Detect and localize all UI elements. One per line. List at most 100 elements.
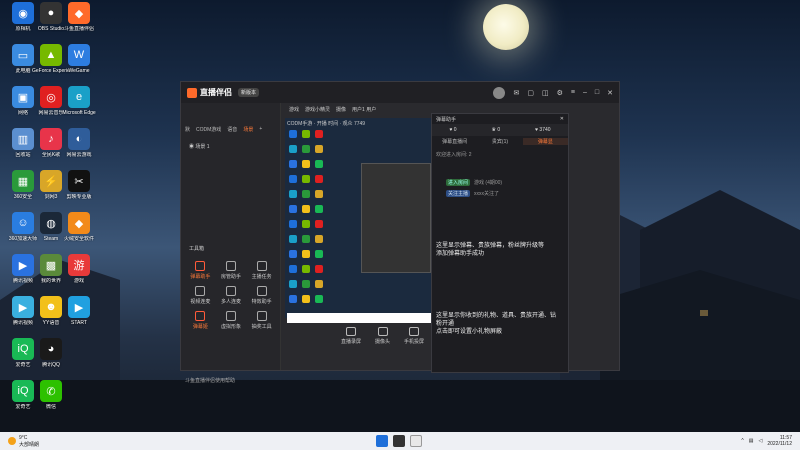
desktop-icon-label: Microsoft Edge — [62, 110, 96, 116]
tool-button[interactable]: 虚拟形象 — [216, 311, 247, 330]
preview-tile — [289, 250, 297, 258]
danmaku-tag: 关注主播 — [446, 190, 471, 197]
clock[interactable]: 11:57 2022/11/12 — [767, 435, 792, 447]
preview-tile — [315, 265, 323, 273]
add-scene-icon[interactable]: + — [259, 126, 262, 133]
gift-icon[interactable]: ▢ — [527, 89, 534, 97]
danmaku-text: xxxx关注了 — [474, 191, 500, 197]
app-icon: ▶ — [12, 254, 34, 276]
weather-widget[interactable]: 9°C 大部晴朗 — [8, 435, 39, 448]
tool-icon — [195, 311, 206, 321]
avatar[interactable] — [493, 86, 506, 99]
chevron-up-icon[interactable]: ^ — [741, 438, 743, 444]
scene-tab[interactable]: 默 — [185, 126, 190, 133]
tool-label: 虚拟形象 — [220, 324, 241, 330]
preview-tile — [315, 190, 323, 198]
network-icon[interactable]: ▤ — [749, 438, 754, 444]
maximize-icon[interactable]: □ — [595, 89, 599, 96]
desktop-icon[interactable]: ✂ 剪映专业版 — [60, 170, 98, 200]
scene-tab[interactable]: CODM游戏 — [196, 126, 221, 133]
tool-button[interactable]: 多人连麦 — [216, 286, 247, 305]
camera-button[interactable]: 摄像头 — [375, 327, 390, 345]
desktop-icon[interactable]: e Microsoft Edge — [60, 86, 98, 116]
scene-tab[interactable]: 语音 — [227, 126, 237, 133]
desktop-icon[interactable]: ◆ 斗鱼直播伴侣 — [60, 2, 98, 32]
preview-tile — [315, 235, 323, 243]
tool-button[interactable]: 弹幕姬 — [185, 311, 216, 330]
app-task-icon[interactable] — [410, 435, 422, 447]
scene-tabs: 默 CODM游戏 语音 场景 + — [185, 126, 262, 133]
nested-preview — [361, 163, 431, 273]
tool-button[interactable]: 视频连麦 — [185, 286, 216, 305]
app-icon: ◉ — [12, 2, 34, 24]
app-icon: ✆ — [40, 380, 62, 402]
desktop-icon[interactable]: 游 游戏 — [60, 254, 98, 284]
settings-icon[interactable]: ⚙ — [557, 89, 563, 97]
mail-icon[interactable]: ✉ — [513, 89, 519, 97]
scene-item[interactable]: ◉ 场景 1 — [189, 143, 210, 150]
screen-record-button[interactable]: 直播录屏 — [341, 327, 361, 345]
desktop-icon[interactable]: ◐ 网易云游戏 — [60, 128, 98, 158]
system-tray: ^ ▤ ◁ 11:57 2022/11/12 — [741, 435, 792, 447]
eye-icon[interactable]: ◉ — [189, 144, 194, 150]
app-icon: ☻ — [40, 296, 62, 318]
desktop-icon[interactable]: ▶ START — [60, 296, 98, 326]
taskbar: 9°C 大部晴朗 ^ ▤ ◁ 11:57 2022/11/12 — [0, 432, 800, 450]
version-badge[interactable]: 新版本 — [238, 88, 260, 97]
danmaku-tab[interactable]: 弹幕直播间 — [432, 138, 477, 145]
desktop-icon[interactable]: ◆ 火绒安全软件 — [60, 212, 98, 242]
menu-icon[interactable]: ≡ — [571, 89, 575, 96]
danmaku-tab[interactable]: 贵宾(1) — [477, 138, 522, 145]
app-icon: 游 — [68, 254, 90, 276]
window-controls: ✉ ▢ ◫ ⚙ ≡ – □ ✕ — [493, 86, 613, 99]
minimize-icon[interactable]: – — [583, 89, 587, 96]
tool-button[interactable]: 抽奖工具 — [246, 311, 277, 330]
app-icon: W — [68, 44, 90, 66]
danmaku-tab[interactable]: 弹幕显 — [522, 137, 568, 145]
camera-icon — [377, 327, 388, 336]
preview-tile — [315, 145, 323, 153]
volume-icon[interactable]: ◁ — [758, 438, 762, 444]
tool-label: 多人连麦 — [220, 299, 241, 305]
clock-date: 2022/11/12 — [767, 441, 792, 447]
desktop-icon-label: 斗鱼直播伴侣 — [63, 26, 94, 32]
source-tab[interactable]: 游戏 — [289, 106, 299, 113]
tool-button[interactable]: 特效助手 — [246, 286, 277, 305]
desktop-icon[interactable]: ◕ 腾讯QQ — [32, 338, 70, 368]
preview-tile — [315, 295, 323, 303]
tool-icon — [225, 286, 236, 296]
desktop-icon[interactable]: W WeGame — [60, 44, 98, 74]
preview-tile — [289, 265, 297, 273]
bottom-tools: 直播录屏 摄像头 手机投屏 — [341, 327, 424, 345]
close-icon[interactable]: ✕ — [607, 89, 613, 97]
preview-tile — [302, 265, 310, 273]
tool-button[interactable]: 主播任务 — [246, 261, 277, 280]
preview-canvas[interactable]: CODM手游 · 开播 时间 · 观众 7749 — [285, 118, 435, 318]
toolbox-label: 工具箱 — [189, 246, 205, 252]
source-tab[interactable]: 摄像 — [336, 106, 346, 113]
tool-icon — [225, 311, 236, 321]
app-icon: ☺ — [12, 212, 34, 234]
desktop-icon-label: 微信 — [45, 404, 56, 410]
desktop-icon[interactable]: ✆ 微信 — [32, 380, 70, 410]
windows-start-icon[interactable] — [376, 435, 388, 447]
phone-cast-button[interactable]: 手机投屏 — [404, 327, 424, 345]
monitor-icon — [346, 327, 356, 336]
tool-button[interactable]: 房管助手 — [216, 261, 247, 280]
live-companion-task-icon[interactable] — [393, 435, 405, 447]
app-icon: ⚡ — [40, 170, 62, 192]
danmaku-close-icon[interactable]: ✕ — [560, 116, 564, 122]
scene-tab[interactable]: 场景 — [243, 126, 253, 133]
tool-button[interactable]: 弹幕助手 — [185, 261, 216, 280]
tool-icon — [256, 311, 267, 321]
source-tab[interactable]: 用户1 用户 — [352, 106, 376, 113]
tool-icon — [256, 286, 267, 296]
tool-label: 主播任务 — [251, 274, 272, 280]
skin-icon[interactable]: ◫ — [542, 89, 549, 97]
source-tab[interactable]: 游戏小精灵 — [305, 106, 330, 113]
danmaku-tabs: 弹幕直播间 贵宾(1) 弹幕显 — [432, 136, 568, 146]
danmaku-panel: 弹幕助手 ✕ ♥ 0 ♛ 0 ♥ 3740 弹幕直播间 贵宾(1) 弹幕显 欢迎… — [431, 113, 569, 373]
danmaku-lines: 进入房间 游戏 (4期00) 关注主播 xxxx关注了 — [432, 177, 568, 199]
help-note[interactable]: 斗鱼直播伴侣使用帮助 — [185, 377, 235, 384]
app-icon: ◆ — [68, 2, 90, 24]
